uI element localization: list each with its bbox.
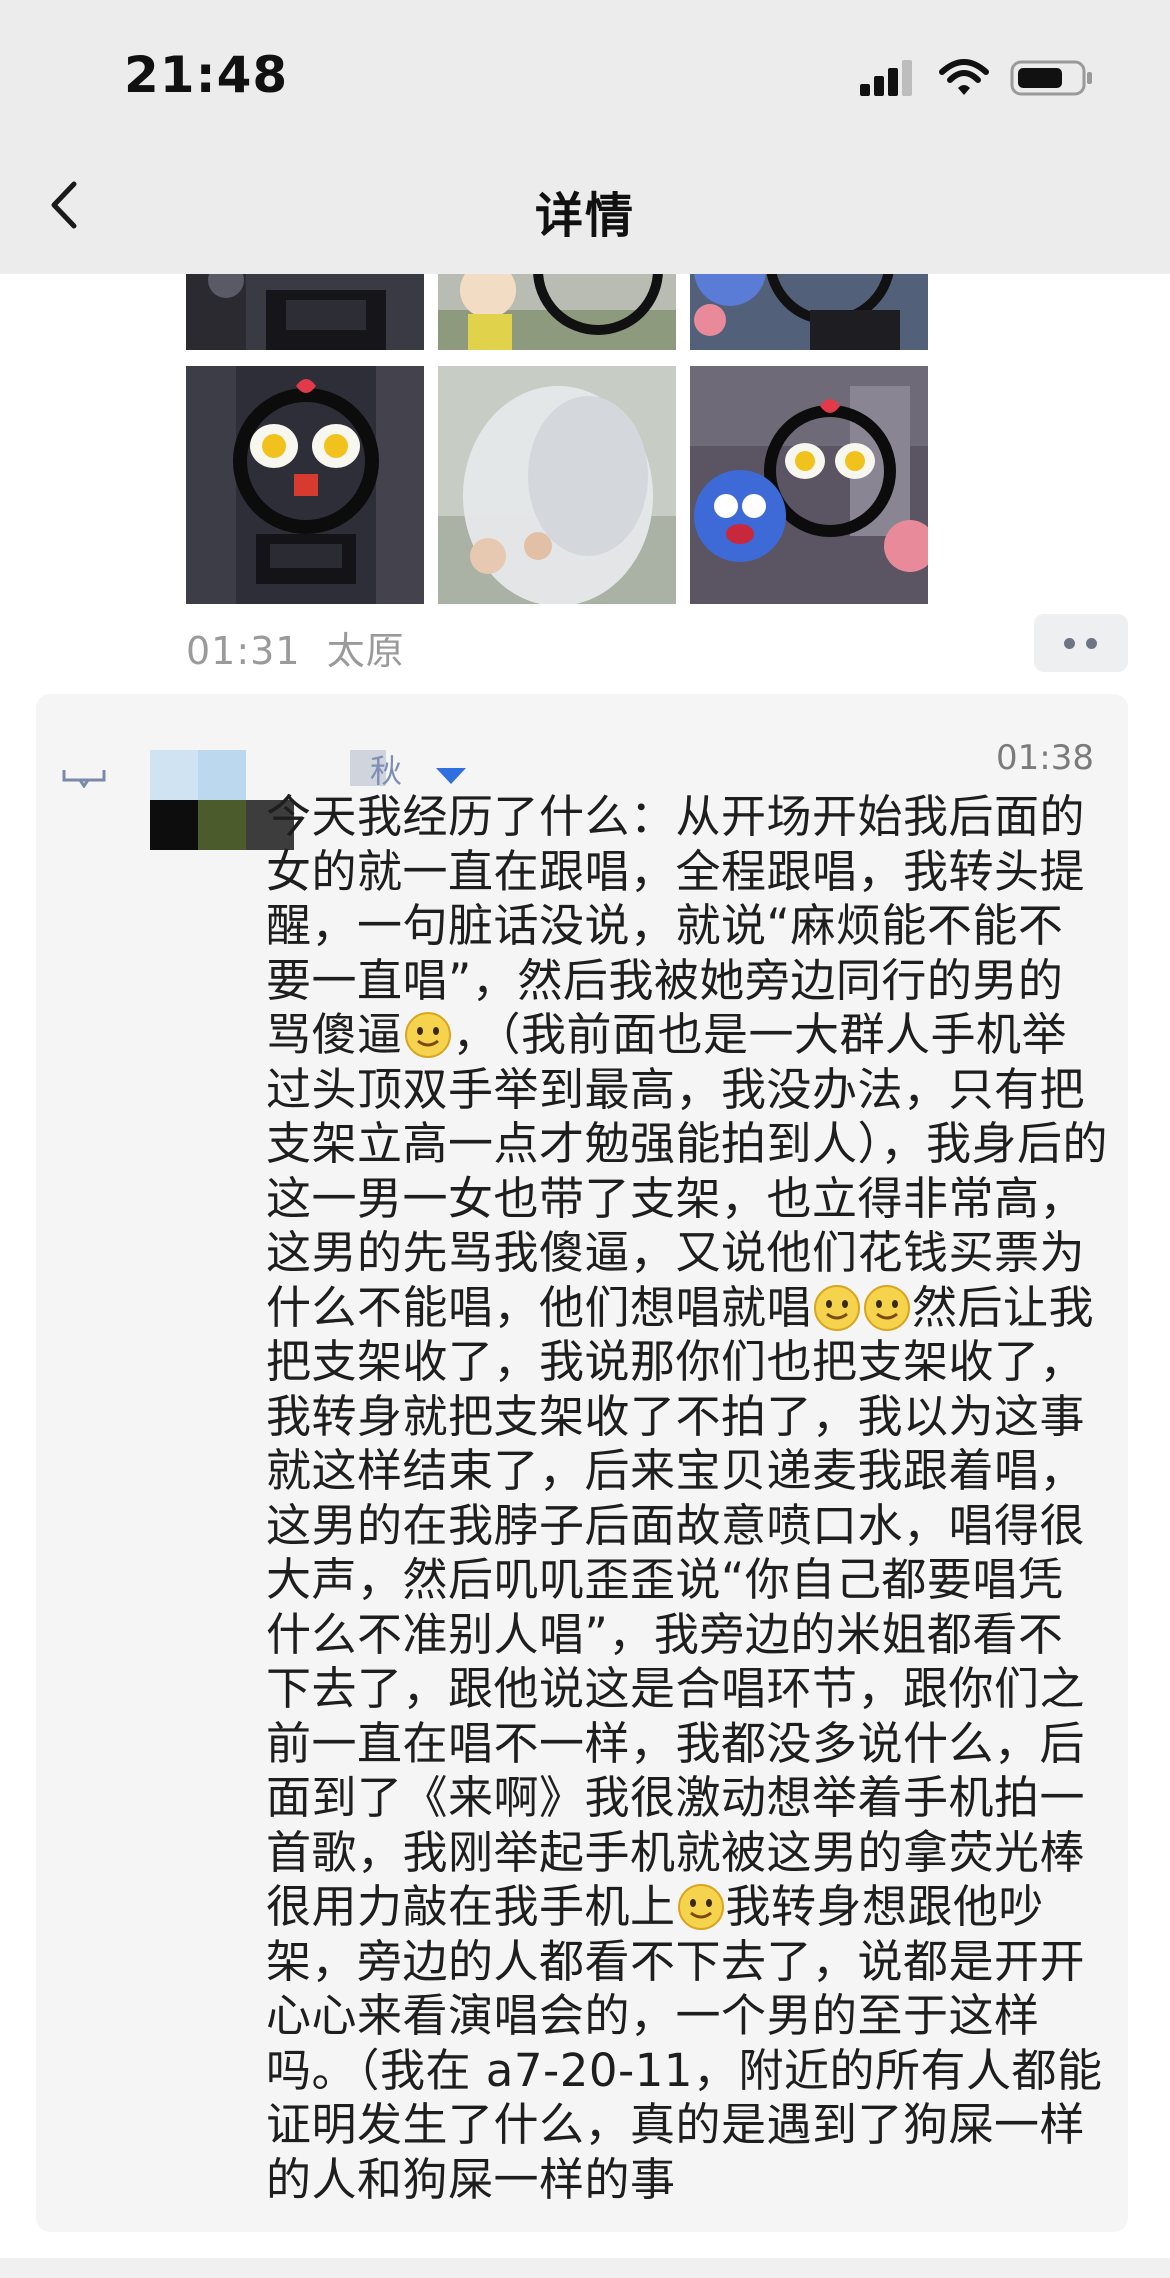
post-time: 01:31: [186, 629, 301, 673]
wifi-icon: [939, 59, 989, 95]
smile-emoji-icon: [677, 1884, 724, 1930]
more-dots-icon-dot: [1086, 638, 1097, 649]
smile-emoji-icon: [814, 1284, 861, 1331]
status-time: 21:48: [124, 46, 289, 104]
comment-card[interactable]: 秋 01:38 今天我经历了什么：从开场开始我后面的女的就一直在跟唱，全程跟唱，…: [36, 694, 1128, 2232]
more-button[interactable]: [1034, 614, 1128, 672]
photo-5[interactable]: [438, 366, 676, 604]
detail-page: 01:31 太原 秋 01:38 今天我经历了什么：从开场开始我后面的女的就一直: [0, 0, 1170, 2278]
reply-icon: [62, 770, 106, 788]
comment-segment-3: 然后让我把支架收了，我说那你们也把支架收了，我转身就把支架收了不拍了，我以为这事…: [266, 1280, 1095, 1934]
signal-icon: [860, 60, 912, 96]
smile-emoji-icon: [404, 1012, 451, 1058]
comment-time: 01:38: [996, 738, 1094, 778]
more-dots-icon: [1064, 638, 1075, 649]
caret-down-icon: [436, 768, 466, 784]
photo-4[interactable]: [186, 366, 424, 604]
battery-icon: [1010, 60, 1092, 96]
comment-text: 今天我经历了什么：从开场开始我后面的女的就一直在跟唱，全程跟唱，我转头提醒，一句…: [266, 790, 1108, 2207]
post-location: 太原: [326, 629, 405, 673]
page-title: 详情: [534, 188, 635, 244]
bottom-divider: [0, 2258, 1170, 2278]
post-meta: 01:31 太原: [186, 620, 405, 675]
top-bar: 21:48 详情: [0, 0, 1170, 274]
photo-6[interactable]: [690, 366, 928, 604]
smile-emoji-icon: [864, 1284, 911, 1331]
author-name[interactable]: 秋: [370, 746, 402, 792]
